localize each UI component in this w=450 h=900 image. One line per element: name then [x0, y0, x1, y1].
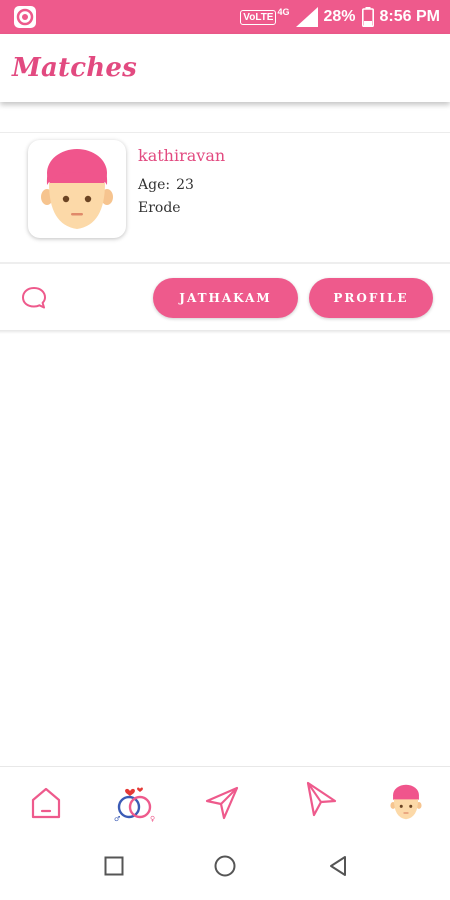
- recents-square-icon[interactable]: [104, 856, 124, 876]
- volte-badge: VoLTE: [240, 9, 277, 25]
- profile-button[interactable]: PROFILE: [309, 278, 433, 318]
- battery-icon: [361, 7, 374, 27]
- match-name[interactable]: kathiravan: [138, 146, 225, 165]
- match-age: Age: 23: [138, 177, 194, 193]
- network-type: 4G: [277, 7, 290, 17]
- matches-rings-icon[interactable]: ♂ ♀: [112, 783, 158, 823]
- battery-percent: 28%: [323, 8, 356, 25]
- match-card: kathiravan Age: 23 Erode JATHAKAM PROFIL…: [0, 132, 450, 334]
- send-icon[interactable]: [204, 785, 240, 821]
- profile-avatar-icon[interactable]: [388, 783, 424, 821]
- card-bottom-shadow: [0, 330, 450, 334]
- svg-text:♀: ♀: [150, 815, 155, 823]
- age-label: Age:: [138, 177, 171, 193]
- sent-requests-icon[interactable]: [302, 781, 338, 819]
- home-icon[interactable]: [28, 785, 64, 821]
- svg-text:♂: ♂: [114, 815, 120, 823]
- page-title: Matches: [12, 53, 137, 83]
- card-divider: [0, 262, 450, 264]
- system-nav-bar: [0, 836, 450, 900]
- age-value: 23: [176, 177, 194, 193]
- app-bar: Matches: [0, 34, 450, 102]
- bottom-nav: ♂ ♀: [0, 766, 450, 836]
- home-circle-icon[interactable]: [214, 855, 236, 877]
- clock: 8:56 PM: [379, 8, 440, 25]
- card-top-divider: [0, 132, 450, 133]
- avatar-face-icon: [41, 149, 113, 229]
- app-notification-icon: [14, 6, 36, 28]
- match-city: Erode: [138, 200, 181, 216]
- match-avatar[interactable]: [28, 140, 126, 238]
- status-bar: VoLTE 4G 28% 8:56 PM: [0, 0, 450, 34]
- back-triangle-icon[interactable]: [328, 855, 348, 877]
- chat-icon[interactable]: [20, 285, 48, 311]
- jathakam-button[interactable]: JATHAKAM: [153, 278, 298, 318]
- signal-icon: [295, 7, 318, 27]
